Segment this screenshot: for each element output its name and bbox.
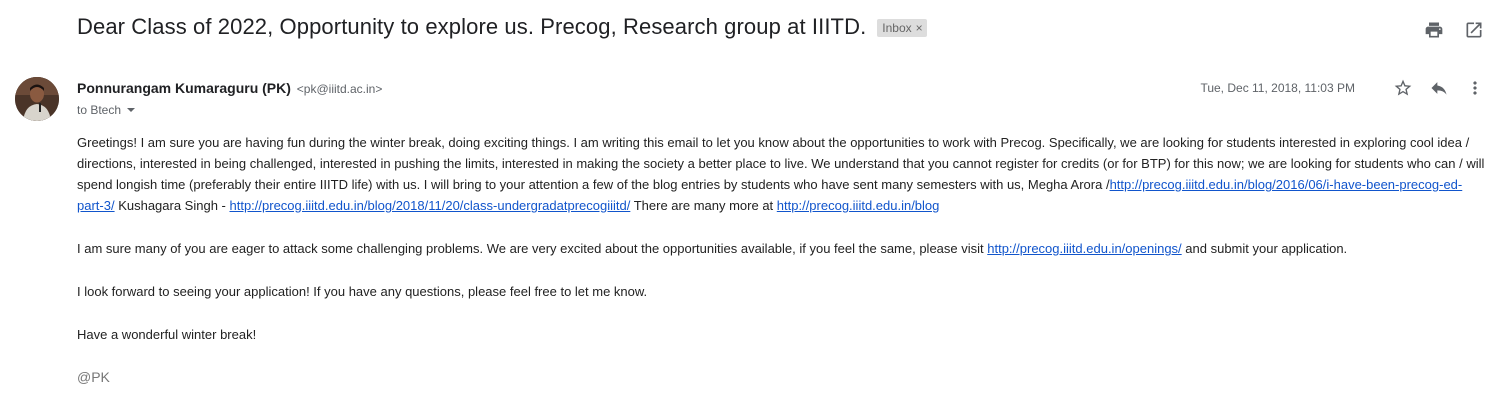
reply-icon[interactable] [1429,78,1449,98]
body-paragraph-2: I am sure many of you are eager to attac… [77,238,1487,259]
sender-name[interactable]: Ponnurangam Kumaraguru (PK) [77,80,291,96]
body-paragraph-4: Have a wonderful winter break! [77,327,257,342]
recipient-details[interactable]: to Btech [77,103,136,117]
blog-link[interactable]: http://precog.iiitd.edu.in/blog [777,198,940,213]
message-meta: Tue, Dec 11, 2018, 11:03 PM [1200,78,1485,98]
body-text: Kushagara Singh - [114,198,230,213]
openings-link[interactable]: http://precog.iiitd.edu.in/openings/ [987,241,1181,256]
sender-line: Ponnurangam Kumaraguru (PK) <pk@iiitd.ac… [77,80,382,96]
subject-actions [1424,20,1484,40]
body-paragraph-3: I look forward to seeing your applicatio… [77,284,648,299]
blog-link-kushagara[interactable]: http://precog.iiitd.edu.in/blog/2018/11/… [229,198,630,213]
email-subject-bar: Dear Class of 2022, Opportunity to explo… [77,14,927,40]
sender-avatar[interactable] [15,77,59,121]
inbox-label-chip[interactable]: Inbox × [877,19,927,37]
body-text: I am sure many of you are eager to attac… [77,241,988,256]
body-text: There are many more at [630,198,777,213]
email-body: Greetings! I am sure you are having fun … [77,132,1487,388]
signature: @PK [77,369,110,385]
sender-email: <pk@iiitd.ac.in> [296,82,383,96]
body-paragraph-1: Greetings! I am sure you are having fun … [77,132,1487,216]
print-icon[interactable] [1424,20,1444,40]
label-text: Inbox [882,21,912,35]
body-text: and submit your application. [1181,241,1348,256]
email-subject: Dear Class of 2022, Opportunity to explo… [77,14,867,39]
star-icon[interactable] [1393,78,1413,98]
open-in-new-window-icon[interactable] [1464,20,1484,40]
more-vert-icon[interactable] [1465,78,1485,98]
remove-label-icon[interactable]: × [916,21,923,35]
message-timestamp: Tue, Dec 11, 2018, 11:03 PM [1200,81,1355,95]
chevron-down-icon[interactable] [126,105,136,115]
recipient-label: to Btech [77,103,122,117]
